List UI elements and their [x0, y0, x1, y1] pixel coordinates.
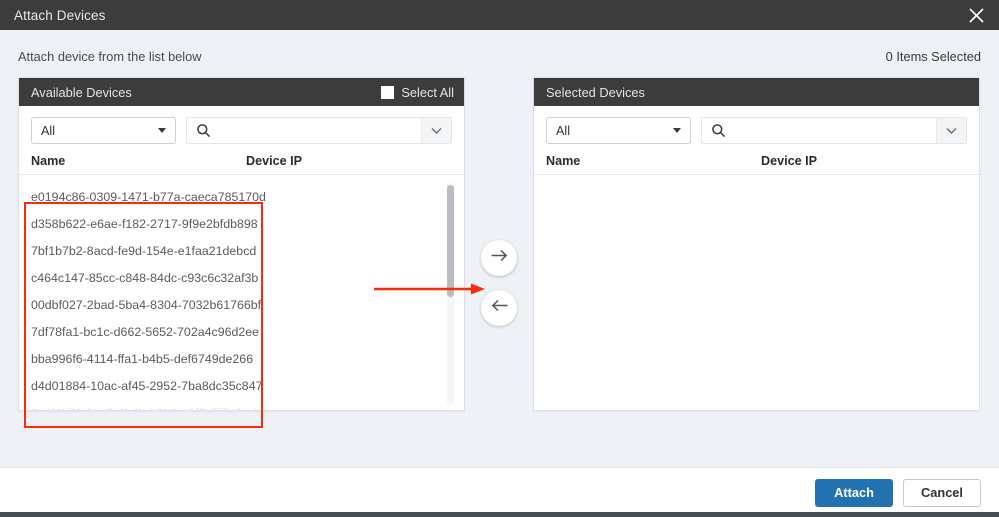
list-item[interactable]: 7bf1b7b2-8acd-fe9d-154e-e1faa21debcd [19, 237, 464, 264]
window-bottom-strip [0, 512, 999, 517]
caret-down-icon [673, 128, 681, 133]
selected-panel-header: Selected Devices [534, 78, 979, 106]
selected-filters-row: All [534, 106, 979, 144]
list-item[interactable]: d358b622-e6ae-f182-2717-9f9e2bfdb898 [19, 210, 464, 237]
selected-search-input[interactable] [726, 123, 936, 138]
selected-panel-title: Selected Devices [546, 84, 645, 100]
transfer-panels: Available Devices Select All All Name De… [18, 77, 981, 411]
column-header-device-ip: Device IP [246, 154, 303, 168]
attach-devices-dialog: Attach Devices Attach device from the li… [0, 0, 999, 517]
arrow-right-icon [490, 248, 509, 268]
arrow-left-icon [490, 298, 509, 318]
search-icon [711, 123, 726, 138]
list-item[interactable]: bba996f6-4114-ffa1-b4b5-def6749de266 [19, 345, 464, 372]
list-item[interactable]: 7df78fa1-bc1c-d662-5652-702a4c96d2ee [19, 318, 464, 345]
selected-filter-value: All [556, 123, 570, 138]
close-button[interactable] [953, 0, 999, 30]
items-selected-count: 0 Items Selected [885, 49, 981, 64]
available-filter-select[interactable]: All [31, 117, 176, 144]
list-item[interactable]: d4d01884-10ac-af45-2952-7ba8dc35c847 [19, 372, 464, 399]
list-item[interactable]: 2c4f4b71-1aa0-4b4b-b0b2-a1f9c5f7e1ad [19, 399, 464, 411]
selected-search-chevron-button[interactable] [936, 118, 966, 143]
available-device-list[interactable]: e0194c86-0309-1471-b77a-caeca785170d d358… [19, 175, 464, 410]
selected-search-box[interactable] [701, 117, 967, 144]
instruction-text: Attach device from the list below [18, 49, 202, 64]
column-header-name: Name [546, 154, 581, 168]
available-filters-row: All [19, 106, 464, 144]
device-name: 7bf1b7b2-8acd-fe9d-154e-e1faa21debcd [31, 243, 257, 258]
select-all-label: Select All [401, 84, 454, 100]
device-name: d4d01884-10ac-af45-2952-7ba8dc35c847 [31, 378, 263, 393]
available-list-rows: e0194c86-0309-1471-b77a-caeca785170d d358… [19, 175, 464, 411]
available-filter-value: All [41, 123, 55, 138]
chevron-down-icon [431, 122, 442, 140]
device-name: 2c4f4b71-1aa0-4b4b-b0b2-a1f9c5f7e1ad [31, 406, 261, 411]
cancel-button[interactable]: Cancel [903, 478, 981, 507]
caret-down-icon [158, 128, 166, 133]
selected-filter-select[interactable]: All [546, 117, 691, 144]
available-panel-title: Available Devices [31, 84, 132, 100]
column-header-name: Name [31, 154, 66, 168]
select-all-checkbox[interactable] [381, 85, 395, 99]
available-list-scrollbar-thumb[interactable] [447, 185, 454, 297]
list-item[interactable]: e0194c86-0309-1471-b77a-caeca785170d [19, 183, 464, 210]
selected-devices-panel: Selected Devices All Name Device IP [533, 77, 980, 411]
search-icon [196, 123, 211, 138]
device-name: 7df78fa1-bc1c-d662-5652-702a4c96d2ee [31, 324, 260, 339]
selected-device-list[interactable] [534, 175, 979, 410]
attach-button[interactable]: Attach [815, 478, 893, 507]
column-header-device-ip: Device IP [761, 154, 818, 168]
move-left-button[interactable] [481, 290, 517, 326]
chevron-down-icon [946, 122, 957, 140]
available-search-chevron-button[interactable] [421, 118, 451, 143]
available-devices-panel: Available Devices Select All All Name De… [18, 77, 465, 411]
available-column-headers: Name Device IP [19, 144, 464, 175]
selected-column-headers: Name Device IP [534, 144, 979, 175]
list-item[interactable]: 00dbf027-2bad-5ba4-8304-7032b61766bf [19, 291, 464, 318]
device-name: e0194c86-0309-1471-b77a-caeca785170d [31, 189, 266, 204]
available-list-scrollbar[interactable] [447, 183, 454, 405]
device-name: d358b622-e6ae-f182-2717-9f9e2bfdb898 [31, 216, 258, 231]
available-search-box[interactable] [186, 117, 452, 144]
dialog-footer: Attach Cancel [0, 467, 999, 517]
available-search-input[interactable] [211, 123, 421, 138]
device-name: c464c147-85cc-c848-84dc-c93c6c32af3b [31, 270, 259, 285]
dialog-body: Attach device from the list below 0 Item… [0, 30, 999, 467]
dialog-title: Attach Devices [14, 7, 106, 23]
dialog-titlebar: Attach Devices [0, 0, 999, 30]
close-icon [968, 7, 985, 24]
subheader-row: Attach device from the list below 0 Item… [18, 30, 981, 77]
device-name: bba996f6-4114-ffa1-b4b5-def6749de266 [31, 351, 254, 366]
select-all-control[interactable]: Select All [381, 85, 454, 100]
transfer-buttons [465, 77, 533, 326]
device-name: 00dbf027-2bad-5ba4-8304-7032b61766bf [31, 297, 262, 312]
available-panel-header: Available Devices Select All [19, 78, 464, 106]
list-item[interactable]: c464c147-85cc-c848-84dc-c93c6c32af3b [19, 264, 464, 291]
selected-list-rows [534, 175, 979, 183]
move-right-button[interactable] [481, 240, 517, 276]
